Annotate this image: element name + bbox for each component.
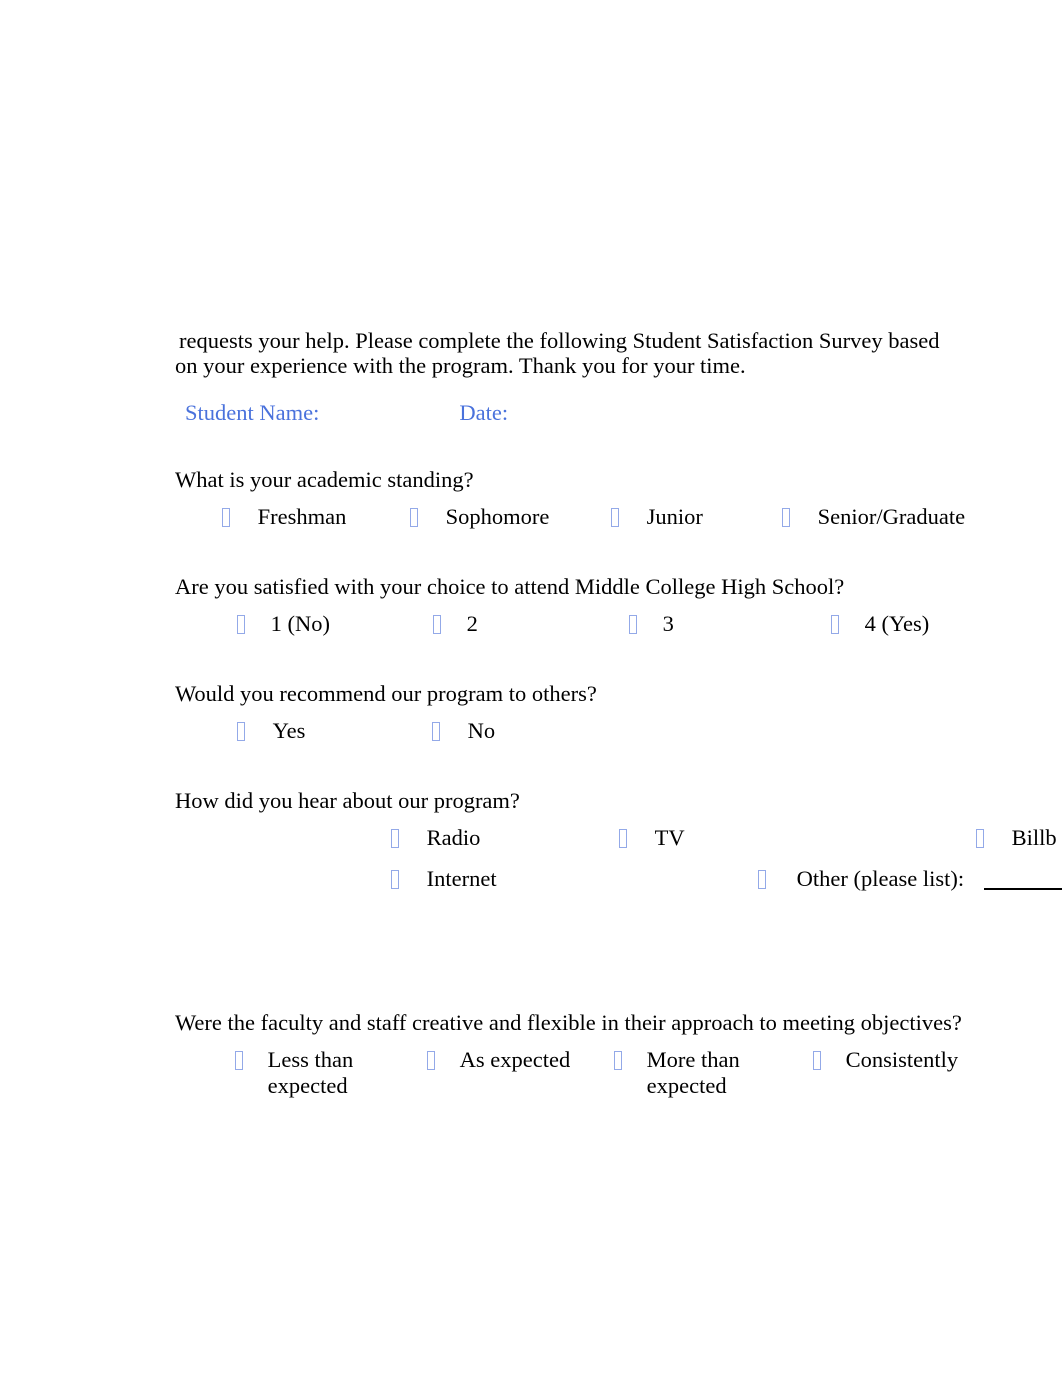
option-label: TV [654,825,685,850]
question-how-did-you-hear: How did you hear about our program? Radi… [175,788,1062,900]
checkbox-icon[interactable] [758,870,766,889]
option-label: Consistently [845,1047,959,1072]
option-label: Internet [426,866,497,891]
question-text: Would you recommend our program to other… [175,681,597,706]
checkbox-icon[interactable] [619,829,627,848]
option-label: Other (please list): [796,866,965,891]
checkbox-icon[interactable] [614,1051,622,1070]
option-label: Junior [646,504,703,529]
checkbox-icon[interactable] [433,615,441,634]
option-as-expected[interactable]: As expected [427,1047,572,1073]
option-no[interactable]: No [432,718,495,744]
option-label: Yes [272,718,306,743]
respondent-identification-line: Student Name: Date: [185,400,1062,425]
option-label: Less than expected [267,1047,354,1098]
option-consistently[interactable]: Consistently [813,1047,1006,1073]
option-label: Radio [426,825,481,850]
option-other[interactable]: Other (please list): [758,866,1062,892]
option-label: Freshman [257,504,347,529]
checkbox-icon[interactable] [410,508,418,527]
intro-paragraph: requests your help. Please complete the … [175,327,940,378]
checkbox-icon[interactable] [976,829,984,848]
option-row-1: Radio TV Billb [175,825,1062,859]
option-internet[interactable]: Internet [391,866,497,892]
option-label: 2 [466,611,478,636]
survey-content: requests your help. Please complete the … [175,305,1062,1111]
option-radio[interactable]: Radio [391,825,480,851]
option-tv[interactable]: TV [619,825,685,851]
checkbox-icon[interactable] [427,1051,435,1070]
option-row: 1 (No) 2 3 4 (Yes) [175,611,1062,645]
checkbox-icon[interactable] [237,722,245,741]
option-label: More than expected [646,1047,740,1098]
question-text: Were the faculty and staff creative and … [175,1010,962,1035]
option-label: Senior/Graduate [817,504,966,529]
option-1-no[interactable]: 1 (No) [237,611,330,637]
checkbox-icon[interactable] [432,722,440,741]
checkbox-icon[interactable] [611,508,619,527]
option-row: Less than expected As expected More than… [175,1047,1062,1111]
option-more-than-expected[interactable]: More than expected [614,1047,759,1099]
checkbox-icon[interactable] [235,1051,243,1070]
date-label: Date: [459,400,509,425]
option-label: No [467,718,496,743]
option-row-2: Internet Other (please list): [175,866,1062,900]
checkbox-icon[interactable] [831,615,839,634]
checkbox-icon[interactable] [813,1051,821,1070]
option-label: As expected [459,1047,571,1072]
option-label: 3 [662,611,674,636]
checkbox-icon[interactable] [782,508,790,527]
checkbox-icon[interactable] [391,829,399,848]
option-billboard[interactable]: Billb [976,825,1057,851]
question-faculty-creative-flexible: Were the faculty and staff creative and … [175,1010,1062,1111]
question-text: How did you hear about our program? [175,788,520,813]
option-row: Freshman Sophomore Junior Senior/Graduat… [175,504,1062,538]
option-senior-graduate[interactable]: Senior/Graduate [782,504,965,530]
checkbox-icon[interactable] [222,508,230,527]
student-name-label: Student Name: [185,400,320,425]
option-sophomore[interactable]: Sophomore [410,504,549,530]
option-label: 4 (Yes) [864,611,930,636]
option-row: Yes No [175,718,1062,752]
option-label: Billb [1011,825,1057,850]
option-label: 1 (No) [270,611,330,636]
option-junior[interactable]: Junior [611,504,703,530]
question-text: Are you satisfied with your choice to at… [175,574,845,599]
question-satisfaction: Are you satisfied with your choice to at… [175,574,1062,645]
checkbox-icon[interactable] [391,870,399,889]
option-freshman[interactable]: Freshman [222,504,346,530]
question-text: What is your academic standing? [175,467,474,492]
option-3[interactable]: 3 [629,611,674,637]
checkbox-icon[interactable] [237,615,245,634]
option-less-than-expected[interactable]: Less than expected [235,1047,380,1099]
option-4-yes[interactable]: 4 (Yes) [831,611,929,637]
question-recommend: Would you recommend our program to other… [175,681,1062,752]
question-academic-standing: What is your academic standing? Freshman… [175,467,1062,538]
option-label: Sophomore [445,504,550,529]
survey-page: requests your help. Please complete the … [0,0,1062,1377]
checkbox-icon[interactable] [629,615,637,634]
option-2[interactable]: 2 [433,611,478,637]
other-text-blank[interactable] [983,868,1062,890]
option-yes[interactable]: Yes [237,718,305,744]
